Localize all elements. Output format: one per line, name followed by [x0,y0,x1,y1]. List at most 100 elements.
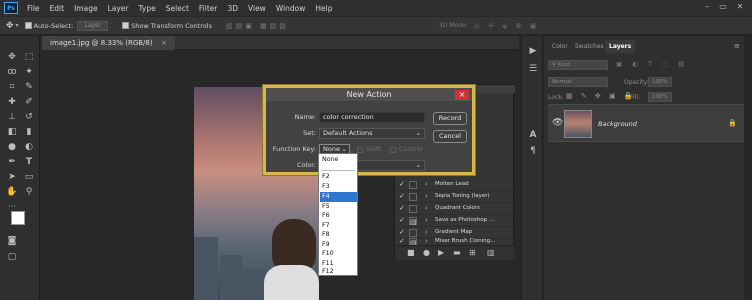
brush-tool-icon[interactable]: ✐ [21,95,37,109]
lock-icons[interactable]: ▦ ✎ ✥ ▣ 🔒 [566,92,636,100]
history-panel-icon[interactable]: ▶ [525,44,541,58]
check-icon[interactable]: ✓ [399,216,405,224]
function-key-option[interactable]: F10 [320,249,357,259]
tab-swatches[interactable]: Swatches [571,40,608,53]
menu-edit[interactable]: Edit [45,4,70,13]
function-key-option[interactable]: F6 [320,211,357,221]
eraser-tool-icon[interactable]: ◧ [4,125,20,139]
function-key-option[interactable]: None [320,155,357,165]
gradient-tool-icon[interactable]: ▮ [21,125,37,139]
expand-arrow-icon[interactable]: › [425,237,428,245]
dialog-toggle-box[interactable] [409,193,417,201]
actions-panel-icon[interactable]: ☰ [525,62,541,76]
expand-arrow-icon[interactable]: › [425,228,428,236]
close-tab-icon[interactable]: × [161,39,167,47]
expand-arrow-icon[interactable]: › [425,192,428,200]
action-row[interactable]: ✓ › Sepia Toning (layer) [395,191,515,203]
fill-field[interactable]: 100% [648,92,672,102]
function-key-option[interactable]: F9 [320,240,357,250]
quick-mask-icon[interactable]: ◙ [4,234,20,248]
dialog-toggle-box[interactable] [409,205,417,213]
dialog-toggle-box[interactable] [409,181,417,189]
play-icon[interactable]: ▶ [438,248,444,257]
visibility-eye-icon[interactable]: 👁 [552,118,563,128]
record-button[interactable]: Record [433,112,467,125]
layer-filter-icons[interactable]: ▣ ◐ T ⬚ ▤ [616,60,688,68]
blend-mode-dropdown[interactable]: Normal [548,77,608,87]
dialog-toggle-box[interactable]: ▤ [409,217,417,226]
auto-select-dropdown[interactable]: Layer [77,20,109,31]
marquee-tool-icon[interactable]: ⬚ [21,50,37,64]
opacity-field[interactable]: 100% [648,77,672,87]
pen-tool-icon[interactable]: ✒ [4,155,20,169]
menu-file[interactable]: File [22,4,45,13]
action-row[interactable]: ✓ › Quadrant Colors [395,203,515,215]
align-icons[interactable]: ▥▤▣ ▦▧▨ [226,22,289,30]
move-tool-icon[interactable]: ✥ [6,21,14,31]
function-key-option[interactable]: F3 [320,182,357,192]
path-select-icon[interactable]: ➤ [4,170,20,184]
move-tool-icon[interactable]: ✥ [4,50,20,64]
dialog-toggle-box[interactable] [409,229,417,237]
check-icon[interactable]: ✓ [399,192,405,200]
menu-layer[interactable]: Layer [103,4,134,13]
new-action-icon[interactable]: ⊞ [469,248,476,257]
function-key-option[interactable]: F5 [320,202,357,212]
stop-icon[interactable]: ■ [407,248,415,257]
action-row[interactable]: ✓ ▤ › Save as Photoshop ... [395,215,515,227]
menu-help[interactable]: Help [310,4,337,13]
paragraph-panel-icon[interactable]: ¶ [525,144,541,158]
healing-brush-icon[interactable]: ✚ [4,95,20,109]
menu-3d[interactable]: 3D [222,4,243,13]
zoom-tool-icon[interactable]: ⚲ [21,185,37,199]
dodge-tool-icon[interactable]: ◐ [21,140,37,154]
type-tool-icon[interactable]: T [21,155,37,169]
screen-mode-icon[interactable]: ▢ [4,250,20,264]
history-brush-icon[interactable]: ↺ [21,110,37,124]
rectangle-tool-icon[interactable]: ▭ [21,170,37,184]
crop-tool-icon[interactable]: ⌗ [4,80,20,94]
new-set-icon[interactable]: ▬ [453,248,461,257]
show-transform-checkbox[interactable] [122,22,130,29]
menu-window[interactable]: Window [271,4,311,13]
document-tab[interactable]: image1.jpg @ 8.33% (RGB/8) × [42,36,175,50]
menu-type[interactable]: Type [134,4,161,13]
layer-filter-kind[interactable]: ⚲ Kind [548,60,608,70]
cancel-button[interactable]: Cancel [433,130,467,143]
function-key-option[interactable]: F12 [320,267,357,277]
function-key-option[interactable]: F2 [320,172,357,182]
hand-tool-icon[interactable]: ✋ [4,185,20,199]
minimize-icon[interactable]: – [700,2,714,13]
expand-arrow-icon[interactable]: › [425,204,428,212]
character-panel-icon[interactable]: A [525,128,541,142]
close-dialog-icon[interactable]: × [455,90,469,100]
3d-mode-icons[interactable]: ◎ ✢ ⬙ ✥ ▣ [474,22,540,30]
menu-image[interactable]: Image [69,4,103,13]
function-key-option[interactable]: F8 [320,230,357,240]
menu-select[interactable]: Select [161,4,194,13]
action-name-field[interactable]: color correction [319,112,425,123]
close-window-icon[interactable]: ✕ [733,2,747,13]
foreground-color-swatch[interactable] [11,211,25,225]
layer-row-background[interactable]: 👁 Background 🔒 [548,104,744,142]
menu-filter[interactable]: Filter [194,4,223,13]
restore-icon[interactable]: ▭ [716,2,730,13]
check-icon[interactable]: ✓ [399,228,405,236]
tool-preset-chevron-icon[interactable]: ▾ [16,22,19,29]
check-icon[interactable]: ✓ [399,204,405,212]
function-key-option[interactable]: F7 [320,221,357,231]
delete-icon[interactable]: ▥ [487,248,495,257]
panel-menu-icon[interactable]: ≡ [734,42,740,50]
action-row[interactable]: ✓ › Molten Lead [395,179,515,191]
tab-layers[interactable]: Layers [605,40,636,53]
magic-wand-icon[interactable]: ✦ [21,65,37,79]
expand-arrow-icon[interactable]: › [425,216,428,224]
blur-tool-icon[interactable]: ● [4,140,20,154]
clone-stamp-icon[interactable]: ⊥ [4,110,20,124]
auto-select-checkbox[interactable] [24,22,32,29]
tab-color[interactable]: Color [548,40,572,53]
control-checkbox[interactable] [390,147,396,153]
lasso-tool-icon[interactable]: ꝏ [4,65,20,79]
eyedropper-icon[interactable]: ✎ [21,80,37,94]
record-icon[interactable]: ● [423,248,430,257]
